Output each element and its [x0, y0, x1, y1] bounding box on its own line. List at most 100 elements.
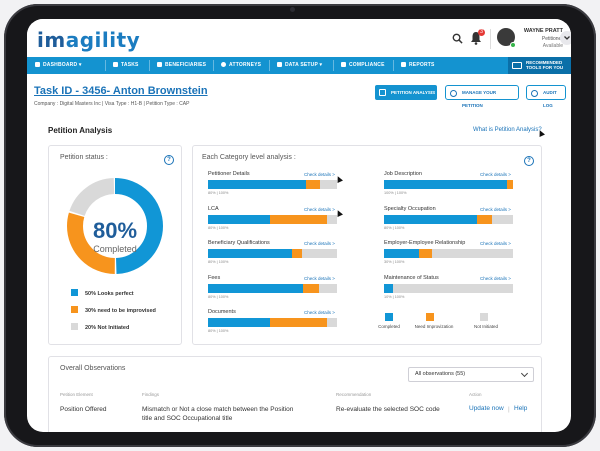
audit-icon [531, 90, 538, 97]
progress-improvement-segment [269, 214, 327, 224]
toolbox-icon [512, 62, 522, 69]
category-percent: 80% | 100% [208, 294, 229, 299]
data-setup-icon [277, 61, 282, 67]
progress-completed-segment [208, 318, 270, 327]
reports-icon [401, 61, 406, 67]
check-details-link[interactable]: Check details > [480, 276, 511, 281]
audit-log-button[interactable]: AUDIT LOG [526, 85, 566, 108]
category-name-maintenance-of-status: Maintenance of Status [384, 274, 439, 281]
nav-compliance[interactable]: COMPLIANCE [341, 57, 385, 74]
legend-text: 20% Not Initiated [85, 325, 130, 331]
category-name-documents: Documents [208, 309, 236, 315]
check-details-link[interactable]: Check details > [480, 241, 511, 246]
button-label: MANAGE YOUR PETITION [462, 90, 497, 108]
category-progress-bar [208, 180, 337, 189]
recommended-line-2: TOOLS FOR YOU [526, 65, 564, 70]
observations-filter-select[interactable]: All observations (55) [408, 367, 534, 382]
progress-completed-segment [208, 180, 307, 189]
category-percent: 80% | 100% [208, 225, 229, 230]
petition-analysis-button[interactable]: PETITION ANALYSIS [375, 85, 437, 100]
button-label: AUDIT LOG [543, 90, 557, 108]
mouse-cursor-icon [537, 129, 545, 137]
user-menu-chevron-icon[interactable] [560, 31, 571, 45]
progress-improvement-segment [303, 283, 319, 293]
row-finding-line-2: title and SOC Occupational title [142, 415, 233, 422]
category-progress-bar [384, 214, 513, 224]
brand-logo[interactable]: imagility [37, 28, 140, 52]
check-details-link[interactable]: Check details > [480, 172, 511, 177]
not-initiated-swatch [480, 313, 488, 321]
user-name: WAYNE PRATT [523, 28, 563, 34]
observations-title: Overall Observations [60, 365, 126, 372]
page-title: Petition Analysis [48, 126, 113, 135]
online-status-dot [510, 42, 516, 48]
legend-not-initiated: 20% Not Initiated [71, 323, 129, 332]
progress-improvement-segment [476, 214, 493, 224]
category-progress-bar [208, 318, 337, 327]
nav-tasks[interactable]: TASKS [113, 57, 139, 74]
check-details-link[interactable]: Check details > [304, 276, 335, 281]
category-progress-bar [384, 180, 513, 189]
nav-label: DASHBOARD [43, 62, 78, 68]
category-percent: 10% | 100% [384, 294, 405, 299]
user-role: Petitioner [541, 36, 563, 42]
check-details-link[interactable]: Check details > [304, 172, 335, 177]
completed-swatch [385, 313, 393, 321]
nav-divider [333, 60, 334, 71]
row-finding-line-1: Mismatch or Not a close match between th… [142, 406, 294, 413]
logo-prefix: im [37, 28, 66, 52]
legend-text: 30% need to be improvised [85, 308, 156, 314]
progress-completed-segment [384, 214, 477, 224]
check-details-link[interactable]: Check details > [304, 310, 335, 315]
legend-need-improvization: Need Improvization [414, 324, 454, 329]
category-percent: 80% | 100% [384, 225, 405, 230]
category-progress-bar [208, 249, 337, 258]
progress-completed-segment [384, 249, 419, 258]
top-header: imagility 3 WAYNE PRATT Petitioner Avail… [27, 19, 571, 57]
category-name-fees: Fees [208, 274, 221, 281]
notification-badge: 3 [478, 29, 485, 36]
help-link[interactable]: Help [514, 405, 527, 412]
task-meta: Company : Digital Masters Inc | Visa Typ… [34, 101, 190, 107]
home-icon [35, 61, 40, 67]
nav-dashboard[interactable]: DASHBOARD ▾ [35, 57, 82, 74]
task-title[interactable]: Task ID - 3456- Anton Brownstein [34, 85, 208, 97]
check-details-link[interactable]: Check details > [304, 207, 335, 212]
category-progress-bar [208, 214, 337, 224]
nav-beneficiaries[interactable]: BENEFICIARIES [157, 57, 206, 74]
manage-petition-button[interactable]: MANAGE YOUR PETITION [445, 85, 519, 108]
nav-attorneys[interactable]: ATTORNEYS [221, 57, 261, 74]
completion-percent: 80% [92, 218, 138, 243]
progress-improvement-segment [418, 249, 432, 258]
category-progress-bar [384, 249, 513, 258]
nav-reports[interactable]: REPORTS [401, 57, 435, 74]
nav-divider [105, 60, 106, 71]
progress-improvement-segment [269, 318, 327, 327]
help-icon[interactable]: ? [524, 156, 534, 166]
check-details-link[interactable]: Check details > [480, 207, 511, 212]
legend-not-initiated-cat: Not Initiated [473, 324, 498, 329]
orange-swatch [71, 306, 78, 313]
chevron-down-icon [520, 369, 529, 378]
beneficiaries-icon [157, 61, 162, 67]
search-icon[interactable] [452, 33, 463, 44]
nav-data-setup[interactable]: DATA SETUP ▾ [277, 57, 322, 74]
row-recommendation: Re-evaluate the selected SOC code [336, 406, 440, 413]
category-percent: 80% | 100% [208, 191, 229, 195]
progress-completed-segment [208, 283, 304, 293]
what-is-petition-analysis-link[interactable]: What is Petition Analysis? [473, 127, 542, 133]
manage-icon [450, 90, 457, 97]
compliance-icon [341, 61, 346, 67]
nav-divider [213, 60, 214, 71]
analysis-icon [379, 89, 386, 96]
nav-label: COMPLIANCE [349, 62, 385, 68]
category-progress-bar [208, 283, 337, 293]
update-now-link[interactable]: Update now [469, 405, 504, 412]
filter-value: All observations (55) [415, 371, 466, 377]
category-analysis-title: Each Category level analysis : [202, 154, 296, 161]
help-icon[interactable]: ? [164, 155, 174, 165]
legend-needs-improvement: 30% need to be improvised [71, 306, 156, 315]
column-recommendation: Recommendation [336, 392, 372, 397]
check-details-link[interactable]: Check details > [304, 241, 335, 246]
category-name-petitioner-details: Petitioner Details [208, 171, 250, 177]
